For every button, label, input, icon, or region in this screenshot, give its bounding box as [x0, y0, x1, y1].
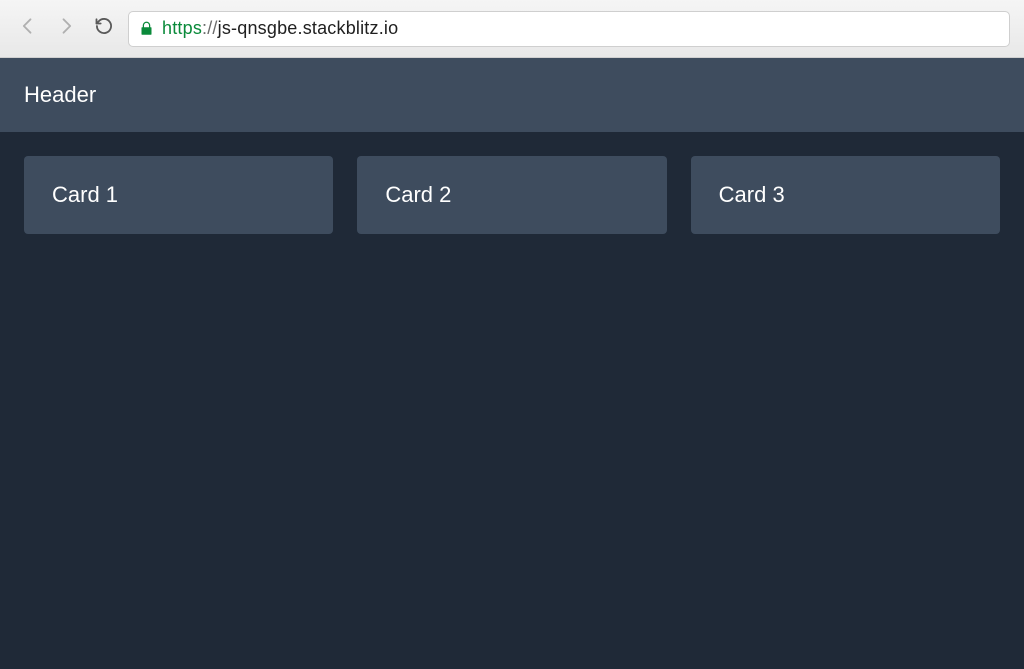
- arrow-right-icon: [56, 16, 76, 41]
- back-button[interactable]: [14, 15, 42, 43]
- page-header: Header: [0, 58, 1024, 132]
- url-protocol: https: [162, 18, 202, 39]
- address-bar[interactable]: https://js-qnsgbe.stackblitz.io: [128, 11, 1010, 47]
- browser-toolbar: https://js-qnsgbe.stackblitz.io: [0, 0, 1024, 58]
- card-label: Card 2: [385, 182, 451, 207]
- url-text: https://js-qnsgbe.stackblitz.io: [162, 18, 398, 39]
- header-title: Header: [24, 82, 96, 107]
- url-separator: ://: [202, 18, 218, 39]
- reload-button[interactable]: [90, 15, 118, 43]
- card: Card 1: [24, 156, 333, 234]
- lock-icon: [139, 20, 154, 37]
- arrow-left-icon: [18, 16, 38, 41]
- forward-button[interactable]: [52, 15, 80, 43]
- page-viewport: Header Card 1 Card 2 Card 3: [0, 58, 1024, 669]
- card-label: Card 1: [52, 182, 118, 207]
- card-grid: Card 1 Card 2 Card 3: [0, 132, 1024, 258]
- url-host: js-qnsgbe.stackblitz.io: [218, 18, 399, 39]
- card-label: Card 3: [719, 182, 785, 207]
- reload-icon: [94, 16, 114, 41]
- card: Card 2: [357, 156, 666, 234]
- card: Card 3: [691, 156, 1000, 234]
